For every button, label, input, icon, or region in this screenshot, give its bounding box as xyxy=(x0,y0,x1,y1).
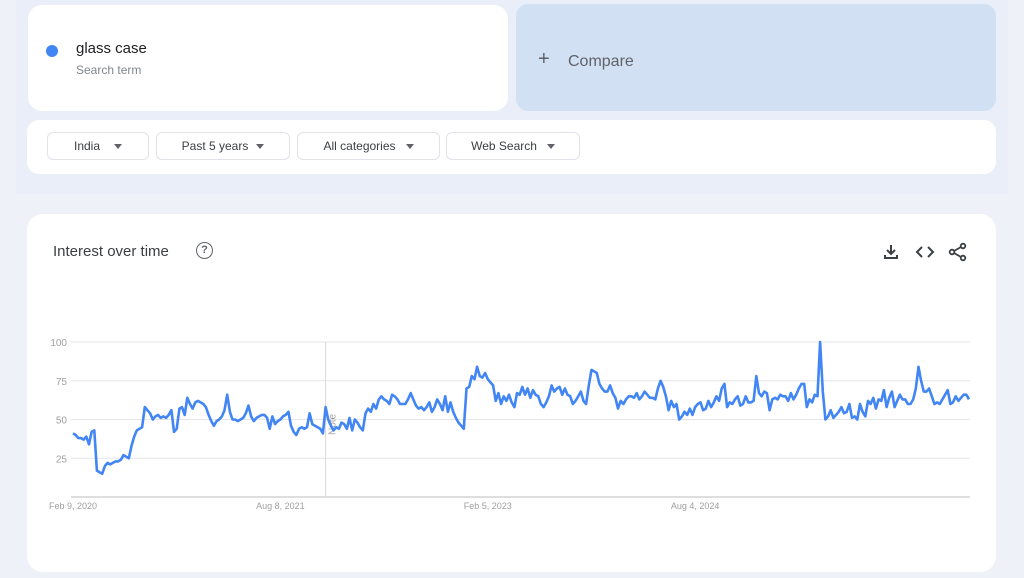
filter-bar: India Past 5 years All categories Web Se… xyxy=(27,120,996,174)
caret-down-icon xyxy=(405,143,414,149)
interest-over-time-card: Interest over time ? xyxy=(27,214,996,572)
search-term-subtitle: Search term xyxy=(76,63,142,77)
caret-down-icon xyxy=(114,143,123,149)
time-range-filter-label: Past 5 years xyxy=(181,139,249,153)
caret-down-icon xyxy=(546,143,555,149)
plus-icon: + xyxy=(538,48,550,70)
category-filter-dropdown[interactable]: All categories xyxy=(297,132,440,160)
search-type-filter-dropdown[interactable]: Web Search xyxy=(446,132,580,160)
download-icon[interactable] xyxy=(881,242,901,262)
time-range-filter-dropdown[interactable]: Past 5 years xyxy=(156,132,290,160)
caret-down-icon xyxy=(256,143,265,149)
search-type-filter-label: Web Search xyxy=(471,139,537,153)
embed-code-icon[interactable] xyxy=(915,242,935,262)
help-circle-icon[interactable]: ? xyxy=(196,242,213,259)
region-filter-dropdown[interactable]: India xyxy=(47,132,149,160)
compare-button[interactable]: + Compare xyxy=(516,4,996,111)
region-filter-label: India xyxy=(73,139,101,153)
search-term-name[interactable]: glass case xyxy=(76,40,147,57)
compare-label: Compare xyxy=(568,53,634,70)
chart-title: Interest over time xyxy=(53,243,169,260)
search-term-card[interactable] xyxy=(28,5,508,111)
series-color-dot xyxy=(46,45,58,57)
share-icon[interactable] xyxy=(948,242,968,262)
category-filter-label: All categories xyxy=(323,139,396,153)
